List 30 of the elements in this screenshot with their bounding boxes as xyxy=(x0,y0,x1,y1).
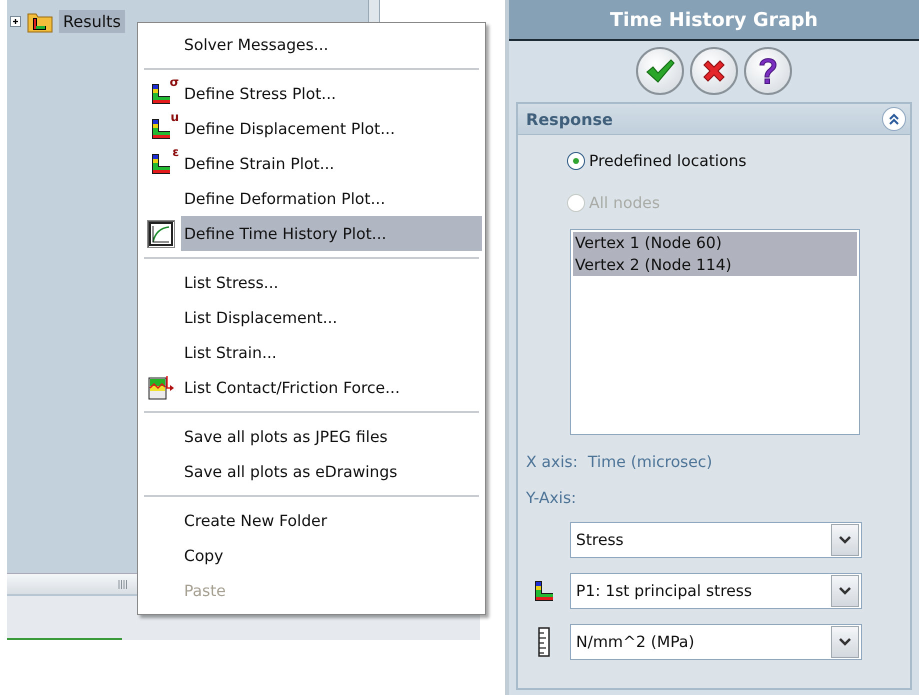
dropdown[interactable]: P1: 1st principal stress xyxy=(570,573,862,609)
list-item[interactable]: Vertex 2 (Node 114) xyxy=(573,254,857,276)
menu-item[interactable]: Define Time History Plot... xyxy=(181,216,482,251)
group-title: Response xyxy=(526,110,613,128)
panel-title: Time History Graph xyxy=(509,0,919,41)
menu-item[interactable]: Save all plots as JPEG files xyxy=(181,419,482,454)
x-axis-value: Time (microsec) xyxy=(588,453,712,471)
tree-item[interactable]: Results xyxy=(59,10,125,33)
menu-item[interactable]: Define Stress Plot... xyxy=(181,76,482,111)
menu-item[interactable]: List Stress... xyxy=(181,265,482,300)
menu-item[interactable]: Solver Messages... xyxy=(181,27,482,62)
menu-item[interactable]: Copy xyxy=(181,538,482,573)
list-item[interactable]: Vertex 1 (Node 60) xyxy=(573,232,857,254)
menu-item[interactable]: List Contact/Friction Force... xyxy=(181,370,482,405)
menu-item[interactable]: Define Strain Plot... xyxy=(181,146,482,181)
menu-item[interactable]: Save all plots as eDrawings xyxy=(181,454,482,489)
menu-item[interactable]: Define Deformation Plot... xyxy=(181,181,482,216)
menu-item[interactable]: List Displacement... xyxy=(181,300,482,335)
symbol-label: u xyxy=(170,110,179,124)
symbol-label: σ xyxy=(170,74,179,88)
menu-item[interactable]: Create New Folder xyxy=(181,503,482,538)
symbol-label: ε xyxy=(172,144,179,158)
dropdown[interactable]: N/mm^2 (MPa) xyxy=(570,624,862,660)
y-axis-label: Y-Axis: xyxy=(526,489,578,507)
radio-option[interactable]: Predefined locations xyxy=(567,145,910,177)
menu-item[interactable]: Define Displacement Plot... xyxy=(181,111,482,146)
x-axis-label: X axis: xyxy=(526,453,578,471)
dropdown[interactable]: Stress xyxy=(570,522,862,558)
menu-item[interactable]: List Strain... xyxy=(181,335,482,370)
locations-list[interactable]: Vertex 1 (Node 60) Vertex 2 (Node 114) xyxy=(570,229,860,435)
